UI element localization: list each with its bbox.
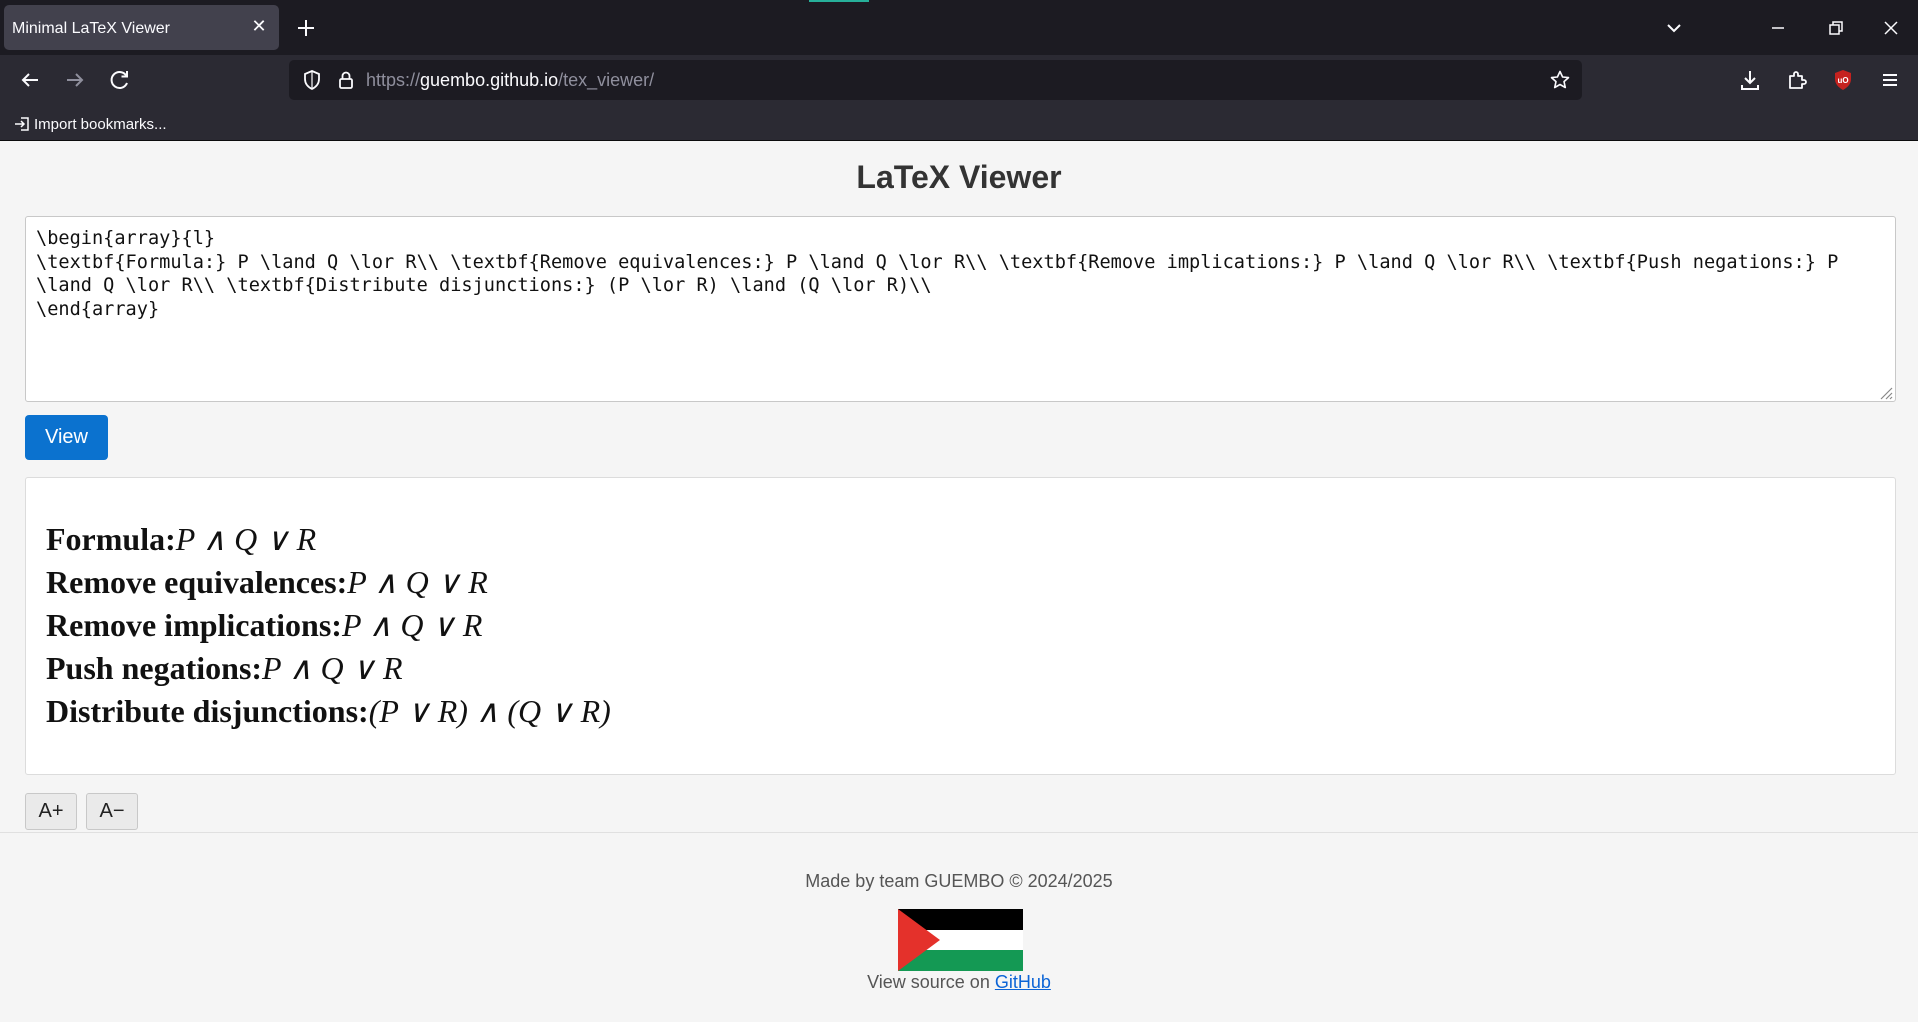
bookmarks-toolbar: Import bookmarks... <box>0 105 1918 141</box>
rendered-output-lines: Formula:P ∧ Q ∨ R Remove equivalences:P … <box>46 518 611 733</box>
output-label: Remove equivalences: <box>46 564 348 600</box>
tab-title: Minimal LaTeX Viewer <box>12 20 170 37</box>
output-math: P ∧ Q ∨ R <box>175 521 317 557</box>
output-label: Distribute disjunctions: <box>46 693 369 729</box>
decrease-font-size-button[interactable]: A− <box>86 793 138 830</box>
output-line-remove-equivalences: Remove equivalences:P ∧ Q ∨ R <box>46 561 611 604</box>
footer-divider <box>0 832 1918 833</box>
latex-input-textarea[interactable] <box>25 216 1896 402</box>
tab-bar-accent <box>809 0 869 2</box>
github-link[interactable]: GitHub <box>995 972 1051 992</box>
back-arrow-icon[interactable] <box>14 64 46 96</box>
tab-active[interactable]: Minimal LaTeX Viewer ✕ <box>4 5 279 50</box>
bookmark-star-icon[interactable] <box>1548 68 1572 92</box>
palestine-flag-image <box>898 909 1023 971</box>
url-text[interactable]: https://guembo.github.io/tex_viewer/ <box>366 70 654 91</box>
reload-icon[interactable] <box>104 64 136 96</box>
output-line-distribute-disjunctions: Distribute disjunctions:(P ∨ R) ∧ (Q ∨ R… <box>46 690 611 733</box>
url-host: guembo.github.io <box>420 70 559 90</box>
forward-arrow-icon[interactable] <box>59 64 91 96</box>
view-button[interactable]: View <box>25 415 108 460</box>
list-all-tabs-icon[interactable] <box>1660 14 1688 42</box>
svg-text:uO: uO <box>1837 76 1848 85</box>
new-tab-icon[interactable] <box>291 13 321 43</box>
output-label: Remove implications: <box>46 607 342 643</box>
url-scheme: https:// <box>366 70 421 90</box>
rendered-output-panel: Formula:P ∧ Q ∨ R Remove equivalences:P … <box>25 477 1896 775</box>
navigation-toolbar: https://guembo.github.io/tex_viewer/ uO <box>0 55 1918 105</box>
restore-window-icon[interactable] <box>1818 10 1854 46</box>
import-bookmarks-label: Import bookmarks... <box>34 115 167 133</box>
output-math: P ∧ Q ∨ R <box>341 607 483 643</box>
tab-close-icon[interactable]: ✕ <box>247 14 271 38</box>
page-content: LaTeX Viewer View Formula:P ∧ Q ∨ R Remo… <box>0 142 1918 1022</box>
output-line-push-negations: Push negations:P ∧ Q ∨ R <box>46 647 611 690</box>
output-line-formula: Formula:P ∧ Q ∨ R <box>46 518 611 561</box>
increase-font-size-button[interactable]: A+ <box>25 793 77 830</box>
output-math: P ∧ Q ∨ R <box>347 564 488 600</box>
output-label: Push negations: <box>46 650 263 686</box>
lock-icon[interactable] <box>334 68 358 92</box>
footer-source: View source on GitHub <box>0 972 1918 993</box>
output-line-remove-implications: Remove implications:P ∧ Q ∨ R <box>46 604 611 647</box>
output-label: Formula: <box>46 521 176 557</box>
minimize-window-icon[interactable] <box>1760 10 1796 46</box>
tab-bar: Minimal LaTeX Viewer ✕ <box>0 0 1918 55</box>
import-bookmarks-link[interactable]: Import bookmarks... <box>14 113 167 135</box>
url-path: /tex_viewer/ <box>558 70 655 90</box>
close-window-icon[interactable] <box>1873 10 1909 46</box>
downloads-icon[interactable] <box>1736 66 1764 94</box>
footer-source-prefix: View source on <box>867 972 990 992</box>
footer-credit: Made by team GUEMBO © 2024/2025 <box>805 871 1113 891</box>
output-math: P ∧ Q ∨ R <box>262 650 403 686</box>
tracking-protection-shield-icon[interactable] <box>300 68 324 92</box>
hamburger-menu-icon[interactable] <box>1876 66 1904 94</box>
extensions-puzzle-icon[interactable] <box>1783 66 1811 94</box>
ublock-origin-icon[interactable]: uO <box>1829 66 1857 94</box>
textarea-resize-grip-icon[interactable] <box>1877 384 1893 400</box>
output-math: (P ∨ R) ∧ (Q ∨ R) <box>368 693 611 729</box>
url-bar[interactable]: https://guembo.github.io/tex_viewer/ <box>289 60 1582 100</box>
page-title: LaTeX Viewer <box>856 159 1062 195</box>
import-icon <box>15 117 29 131</box>
